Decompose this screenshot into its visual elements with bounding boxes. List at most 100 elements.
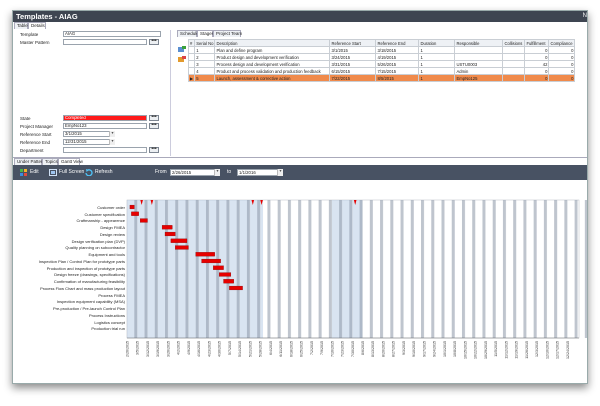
- department-field[interactable]: [63, 147, 147, 153]
- to-date-dropdown-icon[interactable]: ▼: [277, 169, 283, 176]
- column-header[interactable]: Reference Start: [329, 39, 377, 47]
- table-cell-end: 8/5/2015: [375, 74, 420, 82]
- reference-start-dropdown-icon[interactable]: ▼: [109, 131, 115, 137]
- reference-start-field[interactable]: 3/1/2015: [63, 131, 115, 137]
- fullscreen-button[interactable]: Full Screen: [59, 169, 84, 175]
- gantt-task-bar[interactable]: [223, 279, 234, 284]
- gantt-tick-label: 12/10/2015: [545, 341, 549, 359]
- project-manager-field[interactable]: EmpNo123: [63, 123, 147, 129]
- gantt-tick-label: 9/3/2015: [402, 341, 406, 355]
- table-cell-serial: 3: [194, 60, 216, 68]
- from-date-dropdown-icon[interactable]: ▼: [214, 169, 220, 176]
- gantt-weekend-column: [472, 200, 476, 338]
- column-header[interactable]: Duration: [418, 39, 456, 47]
- column-header[interactable]: Responsible: [454, 39, 504, 47]
- gantt-tick-label: 4/9/2015: [187, 341, 191, 355]
- table-cell-start: 7/22/2015: [329, 74, 377, 82]
- column-header[interactable]: Serial No: [194, 39, 216, 47]
- column-header[interactable]: Fulfillment: [524, 39, 550, 47]
- table-cell-start: 6/15/2015: [329, 67, 377, 75]
- title-bar: Templates - AIAG N: [13, 11, 587, 22]
- column-header[interactable]: Collisions: [502, 39, 526, 47]
- state-browse-button[interactable]: •••: [149, 115, 159, 121]
- gantt-weekend-column: [431, 200, 435, 338]
- edit-icon[interactable]: [20, 169, 28, 176]
- gantt-tick-label: 7/23/2015: [341, 341, 345, 357]
- fullscreen-icon[interactable]: [49, 169, 57, 176]
- refresh-icon[interactable]: [85, 169, 93, 176]
- gantt-weekend-column: [451, 200, 455, 338]
- tab-stages[interactable]: Stages: [197, 30, 214, 37]
- gantt-tick-label: 9/10/2015: [412, 341, 416, 357]
- gantt-task-bar[interactable]: [131, 211, 139, 216]
- add-stage-icon[interactable]: [178, 46, 186, 53]
- gantt-task-bar[interactable]: [201, 258, 221, 264]
- state-field[interactable]: Completed: [63, 115, 147, 121]
- gantt-task-bar[interactable]: [161, 225, 173, 230]
- reference-end-field[interactable]: 12/31/2015: [63, 139, 115, 145]
- column-header[interactable]: Description: [214, 39, 331, 47]
- from-date-field[interactable]: 2/26/2015: [170, 169, 220, 176]
- gantt-tick-label: 9/17/2015: [422, 341, 426, 357]
- table-cell-start: 3/24/2015: [329, 53, 377, 61]
- gantt-task-bar[interactable]: [213, 265, 224, 270]
- gantt-tick-label: 11/19/2015: [515, 341, 519, 359]
- gantt-tick-label: 10/15/2015: [463, 341, 467, 359]
- table-cell-coll: [502, 74, 526, 82]
- table-cell-dur: 1: [418, 60, 456, 68]
- tab-schedule[interactable]: Schedule: [177, 30, 199, 37]
- gantt-tick-label: 4/30/2015: [218, 341, 222, 357]
- tab-topics[interactable]: Topics: [42, 158, 58, 165]
- master-pattern-field[interactable]: [63, 39, 147, 45]
- gantt-weekend-column: [574, 200, 578, 338]
- table-cell-coll: [502, 46, 526, 54]
- gantt-task-bar[interactable]: [229, 285, 243, 291]
- gantt-task-bar[interactable]: [170, 238, 188, 243]
- column-header[interactable]: Reference End: [375, 39, 420, 47]
- table-cell-end: 7/15/2015: [375, 67, 420, 75]
- column-header[interactable]: Compliance: [548, 39, 576, 47]
- gantt-tick-label: 6/25/2015: [300, 341, 304, 357]
- gantt-tick-label: 5/14/2015: [238, 341, 242, 357]
- gantt-tick-label: 4/2/2015: [177, 341, 181, 355]
- gantt-tick-label: 8/20/2015: [381, 341, 385, 357]
- gantt-weekend-column: [236, 200, 240, 338]
- gantt-task-bar[interactable]: [175, 245, 189, 250]
- template-field[interactable]: AIAG: [63, 31, 161, 37]
- department-browse-button[interactable]: •••: [149, 147, 159, 153]
- gantt-tick-label: 2/26/2015: [126, 341, 130, 357]
- gantt-task-bar[interactable]: [164, 231, 176, 237]
- table-row[interactable]: 4 Product and process validation and prod…: [187, 67, 576, 75]
- tab-gantt-view[interactable]: Gantt View: [58, 158, 83, 165]
- table-row[interactable]: 1 Plan and define program 3/1/2015 3/18/201…: [187, 46, 576, 54]
- gantt-tick-label: 3/19/2015: [156, 341, 160, 357]
- gantt-weekend-column: [421, 200, 424, 338]
- edit-button[interactable]: Edit: [30, 169, 39, 175]
- gantt-tick-label: 11/5/2015: [494, 341, 498, 357]
- project-manager-browse-button[interactable]: •••: [149, 123, 159, 129]
- gantt-task-bar[interactable]: [195, 252, 215, 257]
- gantt-weekend-column: [584, 200, 587, 338]
- tab-project-team[interactable]: Project Team: [213, 30, 242, 37]
- table-cell-resp: [454, 53, 504, 61]
- gantt-task-bar[interactable]: [219, 272, 232, 277]
- tab-table[interactable]: Table: [14, 22, 28, 29]
- tab-details[interactable]: Details: [28, 22, 46, 29]
- reference-end-dropdown-icon[interactable]: ▼: [109, 139, 115, 145]
- gantt-task-bar[interactable]: [129, 204, 135, 210]
- table-row[interactable]: 2 Product design and development verifica…: [187, 53, 576, 61]
- master-pattern-browse-button[interactable]: •••: [149, 39, 159, 45]
- gantt-weekend-column: [287, 200, 291, 338]
- table-row[interactable]: 3 Process design and development verifica…: [187, 60, 576, 68]
- gantt-tick-label: 12/3/2015: [535, 341, 539, 357]
- table-cell-ful: 0: [524, 53, 550, 61]
- import-stage-icon[interactable]: [178, 56, 186, 63]
- table-row[interactable]: ▶ 5 Launch, assessment & corrective action…: [187, 74, 576, 82]
- gantt-weekend-column: [359, 200, 363, 338]
- table-cell-desc: Product design and development verificat…: [214, 53, 331, 61]
- table-cell-start: 3/1/2015: [329, 46, 377, 54]
- refresh-button[interactable]: Refresh: [95, 169, 113, 175]
- gantt-task-bar[interactable]: [140, 218, 148, 223]
- tab-under-pattern[interactable]: Under Pattern: [14, 158, 45, 165]
- table-cell-desc: Launch, assessment & corrective action: [214, 74, 331, 82]
